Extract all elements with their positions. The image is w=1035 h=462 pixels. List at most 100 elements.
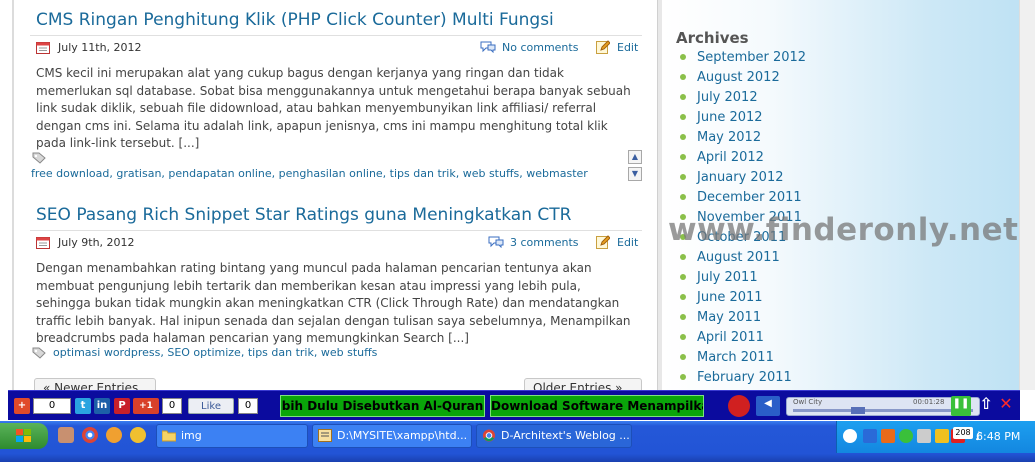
archive-item[interactable]: June 2012 xyxy=(680,110,806,130)
archive-item[interactable]: May 2012 xyxy=(680,130,806,150)
xampp-icon[interactable] xyxy=(881,429,895,443)
archive-item[interactable]: August 2012 xyxy=(680,70,806,90)
tray-toggle-icon[interactable] xyxy=(843,429,857,443)
sidebar: Archives September 2012 August 2012 July… xyxy=(662,0,1019,390)
post-excerpt: CMS kecil ini merupakan alat yang cukup … xyxy=(36,66,631,150)
sidebar-title: Archives xyxy=(676,29,749,47)
comments-link[interactable]: No comments xyxy=(502,41,578,54)
player-time: 00:01:28 xyxy=(913,398,945,406)
comment-bubble-icon xyxy=(488,236,504,248)
bullet-icon xyxy=(680,293,686,300)
app-tray-icon[interactable] xyxy=(917,429,931,443)
edit-pencil-icon xyxy=(596,40,610,54)
pinterest-icon[interactable]: P xyxy=(114,398,130,414)
chrome-icon[interactable] xyxy=(82,427,98,443)
gplus-count: 0 xyxy=(162,398,182,414)
app-icon[interactable] xyxy=(106,427,122,443)
bullet-icon xyxy=(680,53,686,60)
comments-link[interactable]: 3 comments xyxy=(510,236,579,249)
share-count: 0 xyxy=(33,398,71,414)
archive-item[interactable]: April 2011 xyxy=(680,330,806,350)
bullet-icon xyxy=(680,73,686,80)
older-entries-button[interactable]: Older Entries » xyxy=(524,378,642,390)
taskbar-item-browser[interactable]: D-Architext's Weblog ... xyxy=(476,424,632,448)
archive-item[interactable]: February 2011 xyxy=(680,370,806,390)
news-ticker[interactable]: bih Dulu Disebutkan Al-Quran xyxy=(280,395,485,417)
scroll-up-button[interactable]: ▲ xyxy=(628,150,642,164)
like-count: 0 xyxy=(238,398,258,414)
volume-icon[interactable]: ◀ xyxy=(756,396,780,416)
bullet-icon xyxy=(680,133,686,140)
bullet-icon xyxy=(680,353,686,360)
archive-item[interactable]: December 2011 xyxy=(680,190,806,210)
mini-scroll-controls: ▲ ▼ xyxy=(628,150,642,184)
editor-icon xyxy=(318,429,332,442)
close-icon[interactable]: ✕ xyxy=(997,396,1015,416)
task-label: D-Architext's Weblog ... xyxy=(501,429,630,442)
arrow-up-icon[interactable]: ⇧ xyxy=(976,396,996,416)
archive-item[interactable]: March 2011 xyxy=(680,350,806,370)
player-progress[interactable] xyxy=(793,409,973,412)
comment-bubble-icon xyxy=(480,41,496,53)
archive-item[interactable]: July 2011 xyxy=(680,270,806,290)
bullet-icon xyxy=(680,373,686,380)
archive-item[interactable]: April 2012 xyxy=(680,150,806,170)
post-excerpt: Dengan menambahkan rating bintang yang m… xyxy=(36,261,631,345)
player-progress-knob[interactable] xyxy=(851,407,865,414)
edit-pencil-icon xyxy=(596,235,610,249)
bullet-icon xyxy=(680,253,686,260)
user-avatar-icon[interactable] xyxy=(58,427,74,443)
taskbar-item-editor[interactable]: D:\MYSITE\xampp\htd... xyxy=(312,424,472,448)
watermark: www.finderonly.net xyxy=(668,212,1019,248)
bullet-icon xyxy=(680,193,686,200)
bullet-icon xyxy=(680,173,686,180)
twitter-icon[interactable]: t xyxy=(75,398,91,414)
archive-item[interactable]: September 2012 xyxy=(680,50,806,70)
post-date: July 9th, 2012 xyxy=(58,236,135,249)
bullet-icon xyxy=(680,93,686,100)
calendar-icon xyxy=(36,42,50,54)
task-label: D:\MYSITE\xampp\htd... xyxy=(337,429,468,442)
add-share-icon[interactable]: + xyxy=(14,398,30,414)
taskbar: img D:\MYSITE\xampp\htd... D-Architext's… xyxy=(0,421,1035,462)
linkedin-icon[interactable]: in xyxy=(94,398,110,414)
tray-badge: 208 xyxy=(953,427,973,439)
page-scrollbar[interactable] xyxy=(1019,0,1035,390)
scroll-down-button[interactable]: ▼ xyxy=(628,167,642,181)
archive-item[interactable]: January 2012 xyxy=(680,170,806,190)
security-icon[interactable] xyxy=(935,429,949,443)
taskbar-item-img[interactable]: img xyxy=(156,424,308,448)
calendar-icon xyxy=(36,237,50,249)
chrome-icon xyxy=(482,429,496,442)
folder-icon xyxy=(162,430,176,442)
newer-entries-button[interactable]: « Newer Entries xyxy=(34,378,156,390)
post-tags[interactable]: free download, gratisan, pendapatan onli… xyxy=(31,167,588,180)
pause-icon[interactable]: ❚❚ xyxy=(951,396,971,416)
post-title[interactable]: SEO Pasang Rich Snippet Star Ratings gun… xyxy=(36,205,571,225)
facebook-like-button[interactable]: Like xyxy=(188,398,234,414)
archive-item[interactable]: August 2011 xyxy=(680,250,806,270)
post-meta: July 11th, 2012 No comments Edit xyxy=(30,35,642,57)
google-plus-button[interactable]: +1 xyxy=(133,398,159,414)
archive-item[interactable]: May 2011 xyxy=(680,310,806,330)
post-title[interactable]: CMS Ringan Penghitung Klik (PHP Click Co… xyxy=(36,10,554,30)
windows-logo-icon xyxy=(16,429,31,442)
task-label: img xyxy=(181,429,202,442)
bullet-icon xyxy=(680,113,686,120)
edit-link[interactable]: Edit xyxy=(617,41,638,54)
network-icon[interactable] xyxy=(863,429,877,443)
start-button[interactable] xyxy=(0,423,48,449)
app-tray-icon[interactable] xyxy=(899,429,913,443)
archive-item[interactable]: June 2011 xyxy=(680,290,806,310)
player-logo-icon[interactable] xyxy=(728,395,750,417)
tag-icon xyxy=(32,152,46,164)
clock[interactable]: 6:48 PM xyxy=(976,430,1020,443)
news-ticker[interactable]: Download Software Menampilkan A xyxy=(490,395,704,417)
post-tags[interactable]: optimasi wordpress, SEO optimize, tips d… xyxy=(53,346,377,359)
bullet-icon xyxy=(680,333,686,340)
app-icon[interactable] xyxy=(130,427,146,443)
archive-item[interactable]: July 2012 xyxy=(680,90,806,110)
edit-link[interactable]: Edit xyxy=(617,236,638,249)
page-left-border xyxy=(12,0,14,390)
browser-page: CMS Ringan Penghitung Klik (PHP Click Co… xyxy=(0,0,1035,390)
